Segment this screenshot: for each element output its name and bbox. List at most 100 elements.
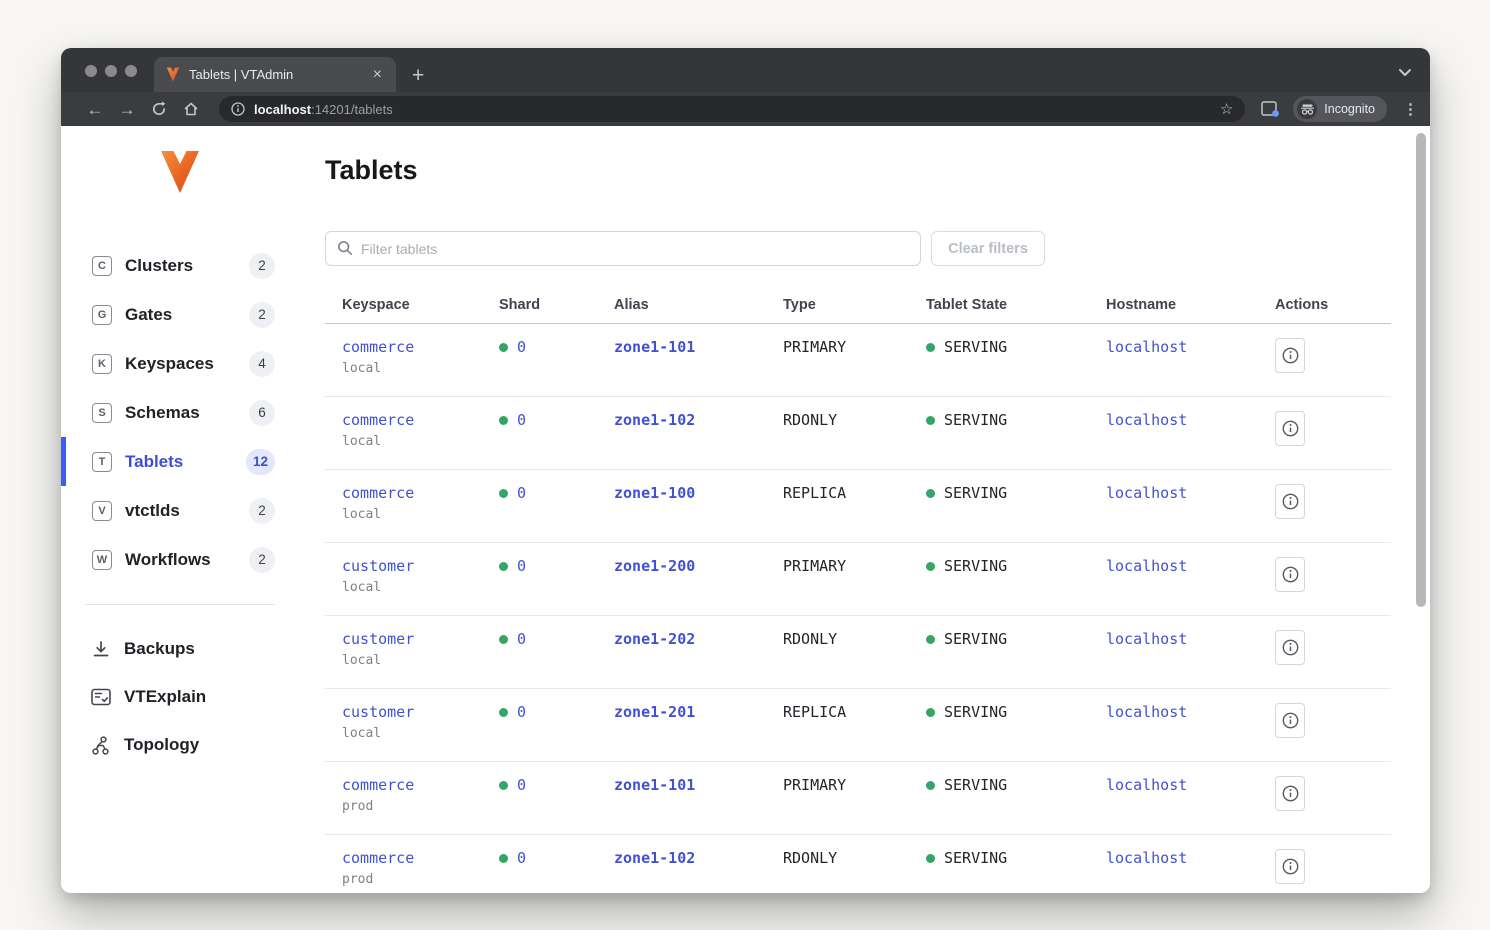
row-info-button[interactable] [1275, 849, 1305, 884]
hostname-cell: localhost [1089, 470, 1258, 542]
hostname-link[interactable]: localhost [1106, 849, 1187, 867]
url-bar[interactable]: localhost:14201/tablets ☆ [219, 96, 1245, 122]
shard-serving-dot [499, 635, 508, 644]
home-button[interactable] [177, 101, 205, 117]
forward-button[interactable]: → [113, 101, 141, 118]
shard-link[interactable]: 0 [517, 557, 526, 575]
alias-link[interactable]: zone1-102 [614, 849, 695, 867]
hostname-link[interactable]: localhost [1106, 630, 1187, 648]
sidebar-item-backups[interactable]: Backups [61, 625, 325, 673]
keyspace-link[interactable]: commerce [342, 849, 414, 867]
page-scrollbar-thumb[interactable] [1416, 133, 1426, 607]
side-panel-icon[interactable] [1261, 101, 1279, 117]
keyspace-cell: commerce local [325, 324, 482, 396]
sidebar-nav-item[interactable]: W Workflows 2 [61, 535, 325, 584]
tablet-state: SERVING [944, 557, 1007, 575]
clear-filters-button[interactable]: Clear filters [931, 231, 1045, 266]
alias-link[interactable]: zone1-202 [614, 630, 695, 648]
window-close-button[interactable] [85, 65, 97, 77]
keyspace-link[interactable]: customer [342, 630, 414, 648]
alias-link[interactable]: zone1-102 [614, 411, 695, 429]
shard-link[interactable]: 0 [517, 849, 526, 867]
filter-tablets-input[interactable] [325, 231, 921, 266]
shard-link[interactable]: 0 [517, 411, 526, 429]
row-info-button[interactable] [1275, 411, 1305, 446]
incognito-badge: Incognito [1293, 96, 1387, 122]
state-cell: SERVING [909, 324, 1089, 396]
shard-link[interactable]: 0 [517, 338, 526, 356]
sidebar-nav: C Clusters 2 G Gates 2 K Keyspaces 4 [61, 241, 325, 584]
sidebar-nav-item[interactable]: C Clusters 2 [61, 241, 325, 290]
hostname-link[interactable]: localhost [1106, 703, 1187, 721]
shard-link[interactable]: 0 [517, 630, 526, 648]
keyspace-link[interactable]: customer [342, 557, 414, 575]
shard-serving-dot [499, 854, 508, 863]
row-info-button[interactable] [1275, 703, 1305, 738]
sidebar-nav-item[interactable]: G Gates 2 [61, 290, 325, 339]
sidebar-item-vtexplain[interactable]: VTExplain [61, 673, 325, 721]
keyspace-link[interactable]: commerce [342, 776, 414, 794]
keyspace-link[interactable]: commerce [342, 338, 414, 356]
tablet-state: SERVING [944, 484, 1007, 502]
shard-serving-dot [499, 343, 508, 352]
reload-button[interactable] [145, 101, 173, 117]
sidebar-nav-item[interactable]: T Tablets 12 [61, 437, 325, 486]
incognito-icon [1297, 99, 1317, 119]
alias-link[interactable]: zone1-101 [614, 776, 695, 794]
hostname-link[interactable]: localhost [1106, 338, 1187, 356]
sidebar-nav-item[interactable]: K Keyspaces 4 [61, 339, 325, 388]
cluster-label: local [342, 653, 482, 668]
cluster-label: local [342, 361, 482, 376]
new-tab-button[interactable]: + [412, 65, 424, 86]
row-info-button[interactable] [1275, 557, 1305, 592]
tab-close-icon[interactable]: × [369, 67, 386, 83]
hostname-link[interactable]: localhost [1106, 411, 1187, 429]
keyspace-link[interactable]: commerce [342, 411, 414, 429]
hostname-cell: localhost [1089, 835, 1258, 893]
vitess-favicon [166, 67, 180, 82]
keyspace-cell: commerce local [325, 397, 482, 469]
bookmark-star-icon[interactable]: ☆ [1220, 100, 1233, 118]
row-info-button[interactable] [1275, 338, 1305, 373]
alias-link[interactable]: zone1-101 [614, 338, 695, 356]
site-info-icon[interactable] [231, 102, 245, 116]
window-zoom-button[interactable] [125, 65, 137, 77]
document-check-icon [90, 688, 112, 706]
alias-link[interactable]: zone1-200 [614, 557, 695, 575]
alias-link[interactable]: zone1-100 [614, 484, 695, 502]
tab-search-chevron-icon[interactable] [1398, 64, 1412, 82]
sidebar-nav-item[interactable]: S Schemas 6 [61, 388, 325, 437]
tablet-state: SERVING [944, 703, 1007, 721]
keyspace-link[interactable]: customer [342, 703, 414, 721]
shard-link[interactable]: 0 [517, 484, 526, 502]
type-cell: PRIMARY [766, 762, 909, 834]
back-button[interactable]: ← [81, 101, 109, 118]
tablet-state: SERVING [944, 338, 1007, 356]
keyspace-link[interactable]: commerce [342, 484, 414, 502]
shard-link[interactable]: 0 [517, 703, 526, 721]
tablets-table: Keyspace Shard Alias Type Tablet State H… [325, 297, 1391, 893]
sidebar: C Clusters 2 G Gates 2 K Keyspaces 4 [61, 126, 325, 893]
alias-cell: zone1-201 [597, 689, 766, 761]
column-header-type: Type [766, 297, 909, 323]
browser-tab[interactable]: Tablets | VTAdmin × [154, 57, 396, 92]
browser-menu-icon[interactable]: ⋮ [1403, 100, 1418, 118]
actions-cell [1258, 324, 1391, 396]
row-info-button[interactable] [1275, 630, 1305, 665]
hostname-link[interactable]: localhost [1106, 557, 1187, 575]
hostname-link[interactable]: localhost [1106, 776, 1187, 794]
row-info-button[interactable] [1275, 484, 1305, 519]
filter-row: Clear filters [325, 231, 1391, 266]
tablet-type: PRIMARY [783, 776, 846, 794]
alias-link[interactable]: zone1-201 [614, 703, 695, 721]
state-cell: SERVING [909, 616, 1089, 688]
window-controls [85, 65, 137, 77]
sidebar-item-topology[interactable]: Topology [61, 721, 325, 769]
actions-cell [1258, 397, 1391, 469]
hostname-link[interactable]: localhost [1106, 484, 1187, 502]
shard-link[interactable]: 0 [517, 776, 526, 794]
sidebar-nav-item[interactable]: V vtctlds 2 [61, 486, 325, 535]
table-row: customer local 0 zone1-201 REPLICA [325, 689, 1391, 762]
window-minimize-button[interactable] [105, 65, 117, 77]
row-info-button[interactable] [1275, 776, 1305, 811]
